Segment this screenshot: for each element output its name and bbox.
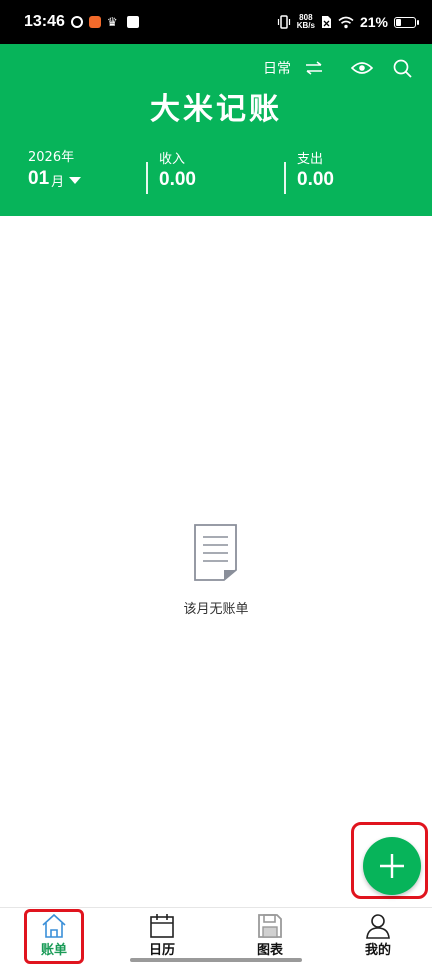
nav-item-calendar[interactable]: 日历: [108, 908, 216, 964]
message-icon: [126, 16, 139, 28]
wifi-icon: [338, 16, 354, 28]
home-indicator[interactable]: [130, 958, 302, 962]
month-row[interactable]: 01 月: [28, 168, 82, 190]
status-time: 13:46: [24, 13, 65, 30]
nav-highlight-box: [24, 909, 84, 964]
month-picker[interactable]: 2026年 01 月: [28, 150, 82, 190]
nav-item-charts[interactable]: 图表: [216, 908, 324, 964]
expense-summary: 支出 0.00: [284, 152, 334, 194]
plus-icon: [380, 854, 404, 878]
add-record-button[interactable]: [363, 837, 421, 895]
search-icon[interactable]: [393, 59, 412, 78]
eye-icon[interactable]: [351, 61, 373, 75]
profile-icon: [366, 914, 390, 939]
ledger-mode-label[interactable]: 日常: [263, 58, 291, 78]
income-label: 收入: [159, 152, 186, 167]
chart-icon: [258, 914, 282, 938]
battery-percent: 21%: [359, 14, 388, 30]
month-unit: 月: [51, 175, 65, 190]
status-right: 808 KB/s 21%: [277, 14, 419, 30]
sync-icon: [70, 16, 83, 28]
no-sim-icon: [321, 16, 331, 28]
status-bar: 13:46 ♛ 808 KB/s 21%: [0, 0, 432, 44]
year-label: 2026年: [28, 150, 75, 165]
network-speed: 808 KB/s: [297, 14, 315, 30]
empty-state: 该月无账单: [0, 522, 432, 617]
app-header: 日常 大米记账 2026年 01 月 收入 0.00 支出 0.00: [0, 44, 432, 216]
income-value: 0.00: [159, 169, 196, 190]
switch-arrows-icon[interactable]: [305, 61, 323, 75]
status-left: 13:46 ♛: [24, 13, 139, 31]
app-notification-icon: [88, 16, 101, 28]
crown-icon: ♛: [106, 15, 118, 29]
expense-label: 支出: [297, 152, 324, 167]
empty-document-icon: [194, 524, 237, 581]
nav-label-mine: 我的: [364, 943, 391, 958]
nav-label-calendar: 日历: [148, 943, 175, 958]
header-tools: 日常: [263, 58, 412, 78]
nav-label-charts: 图表: [256, 943, 283, 958]
vibrate-icon: [277, 15, 290, 29]
empty-message: 该月无账单: [183, 602, 249, 617]
dropdown-caret-icon[interactable]: [69, 177, 82, 184]
expense-value: 0.00: [297, 169, 334, 190]
income-summary: 收入 0.00: [146, 152, 196, 194]
nav-item-mine[interactable]: 我的: [324, 908, 432, 964]
app-title: 大米记账: [150, 92, 282, 127]
month-number: 01: [28, 168, 50, 189]
battery-icon: [394, 16, 419, 28]
net-speed-unit: KB/s: [296, 21, 315, 30]
calendar-icon: [150, 914, 174, 938]
month-summary: 2026年 01 月 收入 0.00 支出 0.00: [0, 150, 432, 206]
